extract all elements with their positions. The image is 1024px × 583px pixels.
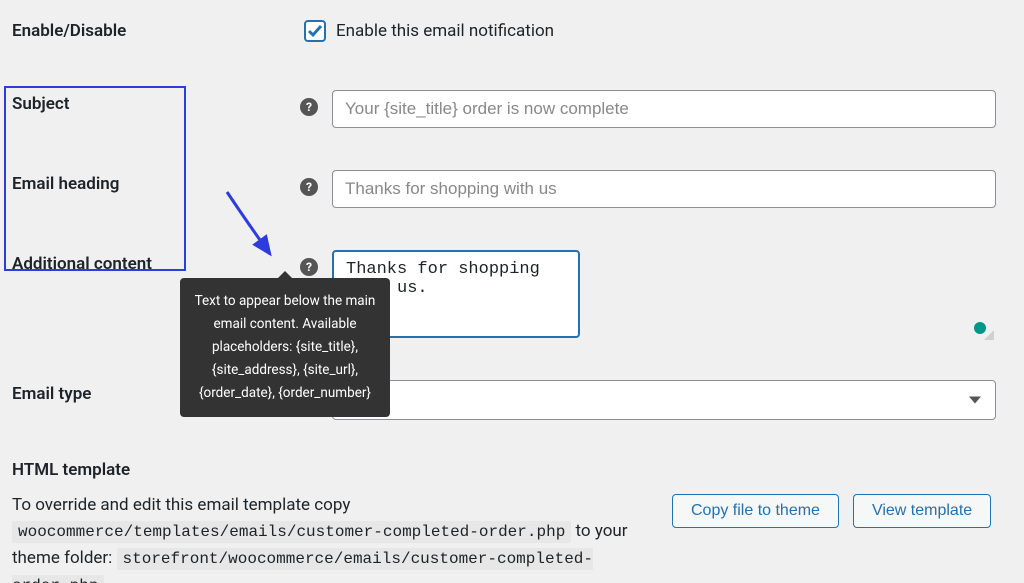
help-icon[interactable]: ? [300,258,318,276]
enable-checkbox-label: Enable this email notification [336,21,554,41]
subject-label: Subject [12,90,300,114]
email-heading-label: Email heading [12,170,300,194]
email-type-label: Email type [12,380,300,404]
html-template-description: To override and edit this email template… [12,492,652,583]
email-type-select[interactable] [332,380,996,420]
template-source-path: woocommerce/templates/emails/customer-co… [12,521,571,543]
additional-content-label: Additional content [12,250,300,274]
additional-content-textarea[interactable] [332,250,580,338]
enable-disable-label: Enable/Disable [12,21,300,41]
html-template-title: HTML template [12,460,996,480]
enable-checkbox[interactable] [304,20,326,42]
view-template-button[interactable]: View template [853,494,991,528]
subject-input[interactable] [332,90,996,128]
copy-file-button[interactable]: Copy file to theme [672,494,839,528]
help-icon[interactable]: ? [300,98,318,116]
email-heading-input[interactable] [332,170,996,208]
help-icon[interactable]: ? [300,178,318,196]
resize-handle-icon [984,330,994,340]
chevron-down-icon [969,397,981,404]
